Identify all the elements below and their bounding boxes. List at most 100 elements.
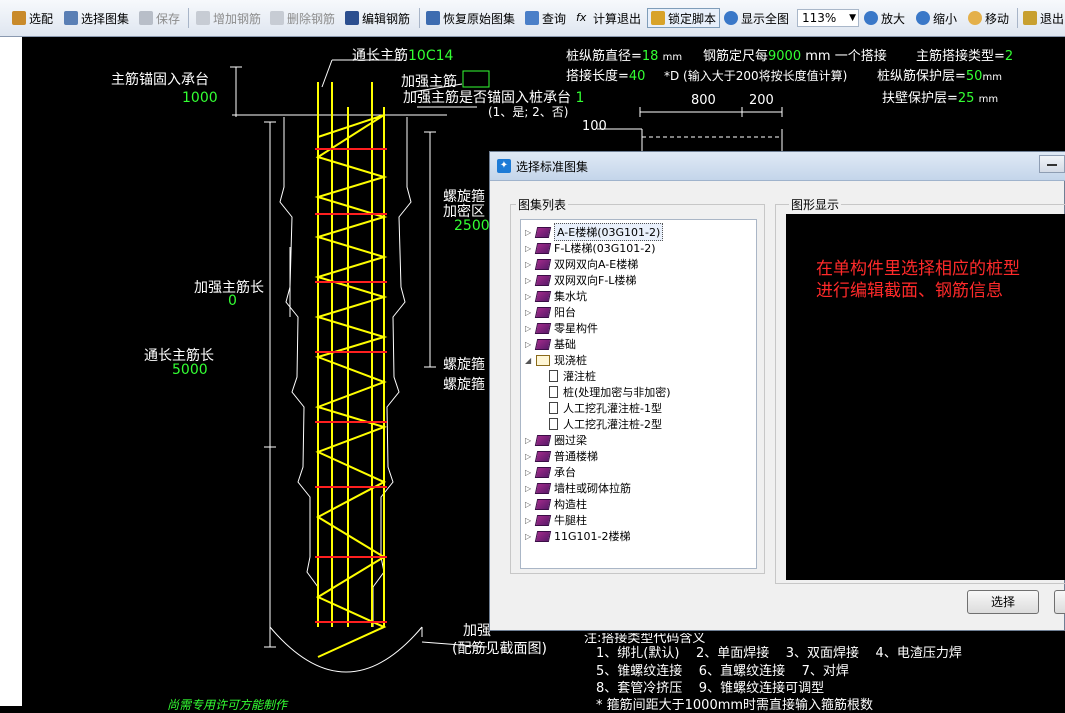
expand-icon[interactable]: ▷ [525,500,534,509]
tree-folder-item[interactable]: ▷ 零星构件 [525,320,598,336]
tree-leaf-item[interactable]: 桩(处理加密与非加密) [549,384,671,400]
tree-folder-item[interactable]: ▷ 圈过梁 [525,432,587,448]
reinforce-length-value[interactable]: 0 [228,293,237,309]
zoom-out-icon [916,11,930,25]
tree-folder-item[interactable]: ▷ 牛腿柱 [525,512,587,528]
formula-icon: fx [576,11,587,24]
expand-icon[interactable]: ▷ [525,532,534,541]
reinforce-input-box [462,70,490,88]
atlas-icon [64,11,78,25]
tree-folder-item[interactable]: ▷ 双网双向F-L楼梯 [525,272,636,288]
tree-leaf-item[interactable]: 人工挖孔灌注桩-1型 [549,400,662,416]
anchor-label: 主筋锚固入承台 [111,72,209,88]
document-icon [549,402,558,414]
graphic-display-label: 图形显示 [789,196,842,213]
tree-leaf-item[interactable]: 人工挖孔灌注桩-2型 [549,416,662,432]
dim-100: 100 [582,119,607,134]
tree-folder-item[interactable]: ▷ 阳台 [525,304,576,320]
cancel-button[interactable] [1054,590,1065,614]
tree-folder-item[interactable]: ▷ 11G101-2楼梯 [525,528,630,544]
expand-icon[interactable]: ▷ [525,324,534,333]
tree-leaf-item[interactable]: 灌注桩 [549,368,596,384]
tree-folder-item[interactable]: ▷ 构造柱 [525,496,587,512]
toolbar-separator [188,8,189,28]
book-icon [534,258,552,270]
toolbar-delete-rebar-button[interactable]: 删除钢筋 [270,8,335,28]
expand-icon[interactable]: ▷ [525,260,534,269]
collapse-icon[interactable]: ◢ [525,356,534,365]
atlas-tree[interactable]: ▷ A-E楼梯(03G101-2) ▷ F-L楼梯(03G101-2) ▷ 双网双向A-E… [520,219,757,569]
toolbar-select-atlas-button[interactable]: 选择图集 [64,8,129,28]
through-length-value[interactable]: 5000 [172,362,208,378]
expand-icon[interactable]: ▷ [525,308,534,317]
zoom-level-select[interactable]: 113% ▼ [797,9,859,27]
tree-item-label: 双网双向A-E楼梯 [554,258,639,271]
toolbar-add-rebar-button[interactable]: 增加钢筋 [196,8,261,28]
expand-icon[interactable]: ▷ [525,228,534,237]
pile-outline-right [372,117,412,627]
tree-folder-item[interactable]: ▷ 基础 [525,336,576,352]
pile-cover-field: 桩纵筋保护层=50mm [877,69,1002,84]
book-icon [534,274,552,286]
dialog-minimize-button[interactable] [1039,155,1065,173]
spiral-dense-value[interactable]: 2500 [454,218,490,234]
tree-folder-item[interactable]: ▷ 普通楼梯 [525,448,598,464]
toolbar-exit-button[interactable]: 退出 [1023,8,1064,28]
tree-folder-item[interactable]: ◢ 现浇桩 [525,352,587,368]
tree-folder-item[interactable]: ▷ A-E楼梯(03G101-2) [525,223,664,241]
toolbar-restore-atlas-button[interactable]: 恢复原始图集 [426,8,515,28]
tree-item-label: 人工挖孔灌注桩-1型 [563,402,662,415]
exit-icon [1023,11,1037,25]
dialog-title: 选择标准图集 [516,160,589,174]
toolbar-save-button[interactable]: 保存 [139,8,180,28]
expand-icon[interactable]: ▷ [525,340,534,349]
book-icon [534,322,552,334]
tree-folder-item[interactable]: ▷ 承台 [525,464,576,480]
expand-icon[interactable]: ▷ [525,276,534,285]
preview-message-line-2: 进行编辑截面、钢筋信息 [816,281,1003,301]
toolbar-separator [1017,8,1018,28]
toolbar-show-all-button[interactable]: 显示全图 [724,8,789,28]
expand-icon[interactable]: ▷ [525,244,534,253]
toolbar-select-config-button[interactable]: 选配 [12,8,53,28]
book-icon [534,466,552,478]
wall-cover-field: 扶壁保护层=25 mm [882,91,999,106]
toolbar-edit-rebar-button[interactable]: 编辑钢筋 [345,8,410,28]
expand-icon[interactable]: ▷ [525,436,534,445]
toolbar-zoom-in-button[interactable]: 放大 [864,8,905,28]
anchor-value[interactable]: 1000 [182,90,218,106]
zoom-extents-icon [724,11,738,25]
tree-item-label: 11G101-2楼梯 [554,530,631,543]
toolbar-zoom-out-button[interactable]: 缩小 [916,8,957,28]
document-icon [549,418,558,430]
toolbar-calc-exit-button[interactable]: fx 计算退出 [576,8,641,28]
tree-folder-item[interactable]: ▷ 集水坑 [525,288,587,304]
book-icon [534,498,552,510]
tree-folder-item[interactable]: ▷ F-L楼梯(03G101-2) [525,240,656,256]
tree-item-label: 人工挖孔灌注桩-2型 [563,418,662,431]
select-atlas-dialog: ✦ 选择标准图集 图集列表 ▷ A-E楼梯(03G101-2) ▷ F-L楼梯(03G… [489,151,1065,631]
tree-item-label: 圈过梁 [554,434,587,447]
minimize-icon [1047,164,1057,166]
tree-folder-item[interactable]: ▷ 双网双向A-E楼梯 [525,256,638,272]
restore-icon [426,11,440,25]
hand-icon [968,11,982,25]
toolbar-pan-button[interactable]: 移动 [968,8,1009,28]
expand-icon[interactable]: ▷ [525,468,534,477]
spiral-hoop [314,114,388,658]
atlas-list-label: 图集列表 [516,196,569,213]
toolbar-lock-script-button[interactable]: 锁定脚本 [647,8,721,28]
expand-icon[interactable]: ▷ [525,516,534,525]
expand-icon[interactable]: ▷ [525,484,534,493]
toolbar-query-button[interactable]: 查询 [525,8,566,28]
pile-bottom-curve [269,626,423,673]
app-icon: ✦ [497,159,511,173]
dialog-titlebar[interactable]: ✦ 选择标准图集 [490,152,1065,181]
left-panel-edge [0,37,22,706]
expand-icon[interactable]: ▷ [525,452,534,461]
select-button[interactable]: 选择 [967,590,1039,614]
expand-icon[interactable]: ▷ [525,292,534,301]
tree-folder-item[interactable]: ▷ 墙柱或砌体拉筋 [525,480,631,496]
book-icon [534,434,552,446]
config-icon [12,11,26,25]
